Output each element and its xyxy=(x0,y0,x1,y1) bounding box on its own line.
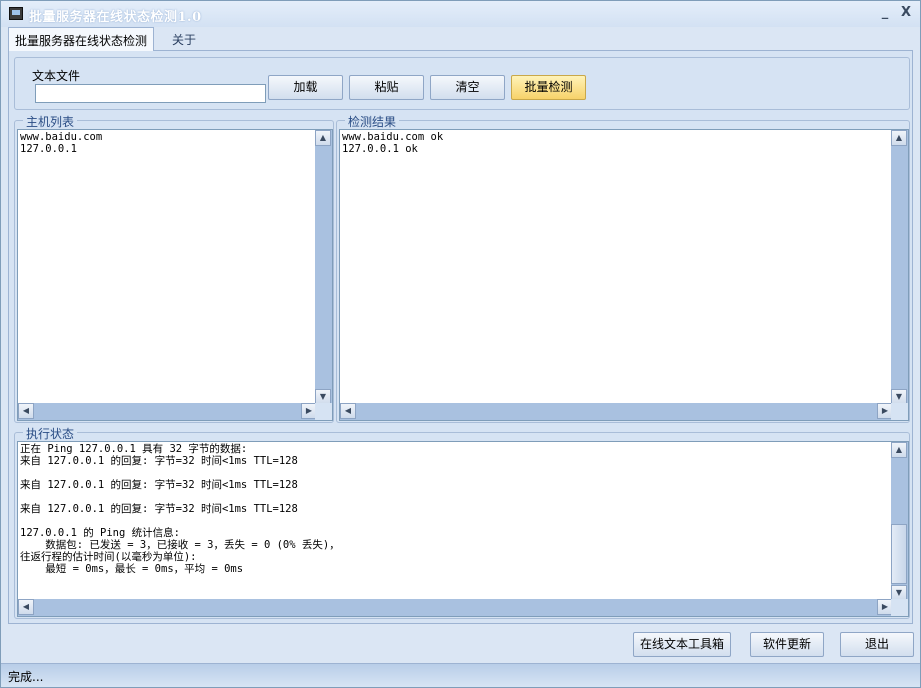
app-logo-icon xyxy=(9,7,23,20)
scroll-left-arrow-icon[interactable]: ◀ xyxy=(340,403,356,419)
exit-button[interactable]: 退出 xyxy=(840,632,914,657)
tab-batch-check[interactable]: 批量服务器在线状态检测 xyxy=(8,27,154,52)
scroll-corner xyxy=(315,403,332,420)
minimize-button[interactable]: _ xyxy=(877,5,893,21)
app-window: 批量服务器在线状态检测1.0 _ X 批量服务器在线状态检测 关于 文本文件 加… xyxy=(0,0,921,688)
results-group: 检测结果 www.baidu.com ok 127.0.0.1 ok ▲ ▼ ◀… xyxy=(336,113,910,423)
host-list-textbox[interactable]: www.baidu.com 127.0.0.1 ▲ ▼ ◀ ▶ xyxy=(17,129,333,421)
scroll-up-arrow-icon[interactable]: ▲ xyxy=(315,130,331,146)
results-label: 检测结果 xyxy=(345,113,400,130)
results-content: www.baidu.com ok 127.0.0.1 ok xyxy=(342,131,444,155)
results-vscrollbar[interactable]: ▲ ▼ xyxy=(891,130,908,405)
batch-check-button[interactable]: 批量检测 xyxy=(511,75,586,100)
file-label: 文本文件 xyxy=(32,69,81,83)
host-list-group: 主机列表 www.baidu.com 127.0.0.1 ▲ ▼ ◀ ▶ xyxy=(14,113,334,423)
tab-about[interactable]: 关于 xyxy=(166,27,202,51)
window-title: 批量服务器在线状态检测1.0 xyxy=(29,10,202,25)
scroll-corner xyxy=(891,599,908,616)
file-section: 文本文件 加载 粘贴 清空 批量检测 xyxy=(14,57,910,110)
online-text-toolbox-button[interactable]: 在线文本工具箱 xyxy=(633,632,731,657)
clear-button[interactable]: 清空 xyxy=(430,75,505,100)
paste-button[interactable]: 粘贴 xyxy=(349,75,424,100)
exec-status-hscrollbar[interactable]: ◀ ▶ xyxy=(18,599,893,616)
status-text: 完成... xyxy=(8,670,44,684)
exec-status-label: 执行状态 xyxy=(23,425,78,442)
exec-status-content: 正在 Ping 127.0.0.1 具有 32 字节的数据: 来自 127.0.… xyxy=(20,443,340,575)
close-button[interactable]: X xyxy=(898,5,914,21)
scroll-left-arrow-icon[interactable]: ◀ xyxy=(18,403,34,419)
main-panel: 文本文件 加载 粘贴 清空 批量检测 主机列表 www.baidu.com 12… xyxy=(8,51,913,624)
scroll-up-arrow-icon[interactable]: ▲ xyxy=(891,442,907,458)
status-bar: 完成... xyxy=(1,663,920,687)
host-list-label: 主机列表 xyxy=(23,113,78,130)
exec-status-vscrollbar[interactable]: ▲ ▼ xyxy=(891,442,908,601)
file-path-input[interactable] xyxy=(35,84,266,103)
vscroll-thumb[interactable] xyxy=(891,524,907,584)
title-bar: 批量服务器在线状态检测1.0 _ X xyxy=(1,1,920,27)
host-list-content: www.baidu.com 127.0.0.1 xyxy=(20,131,103,155)
scroll-up-arrow-icon[interactable]: ▲ xyxy=(891,130,907,146)
tab-bar: 批量服务器在线状态检测 关于 xyxy=(8,27,913,52)
host-list-vscrollbar[interactable]: ▲ ▼ xyxy=(315,130,332,405)
results-hscrollbar[interactable]: ◀ ▶ xyxy=(340,403,893,420)
exec-status-group: 执行状态 正在 Ping 127.0.0.1 具有 32 字节的数据: 来自 1… xyxy=(14,425,910,619)
host-list-hscrollbar[interactable]: ◀ ▶ xyxy=(18,403,317,420)
exec-status-textbox[interactable]: 正在 Ping 127.0.0.1 具有 32 字节的数据: 来自 127.0.… xyxy=(17,441,909,617)
load-button[interactable]: 加载 xyxy=(268,75,343,100)
results-textbox[interactable]: www.baidu.com ok 127.0.0.1 ok ▲ ▼ ◀ ▶ xyxy=(339,129,909,421)
scroll-left-arrow-icon[interactable]: ◀ xyxy=(18,599,34,615)
software-update-button[interactable]: 软件更新 xyxy=(750,632,824,657)
scroll-corner xyxy=(891,403,908,420)
